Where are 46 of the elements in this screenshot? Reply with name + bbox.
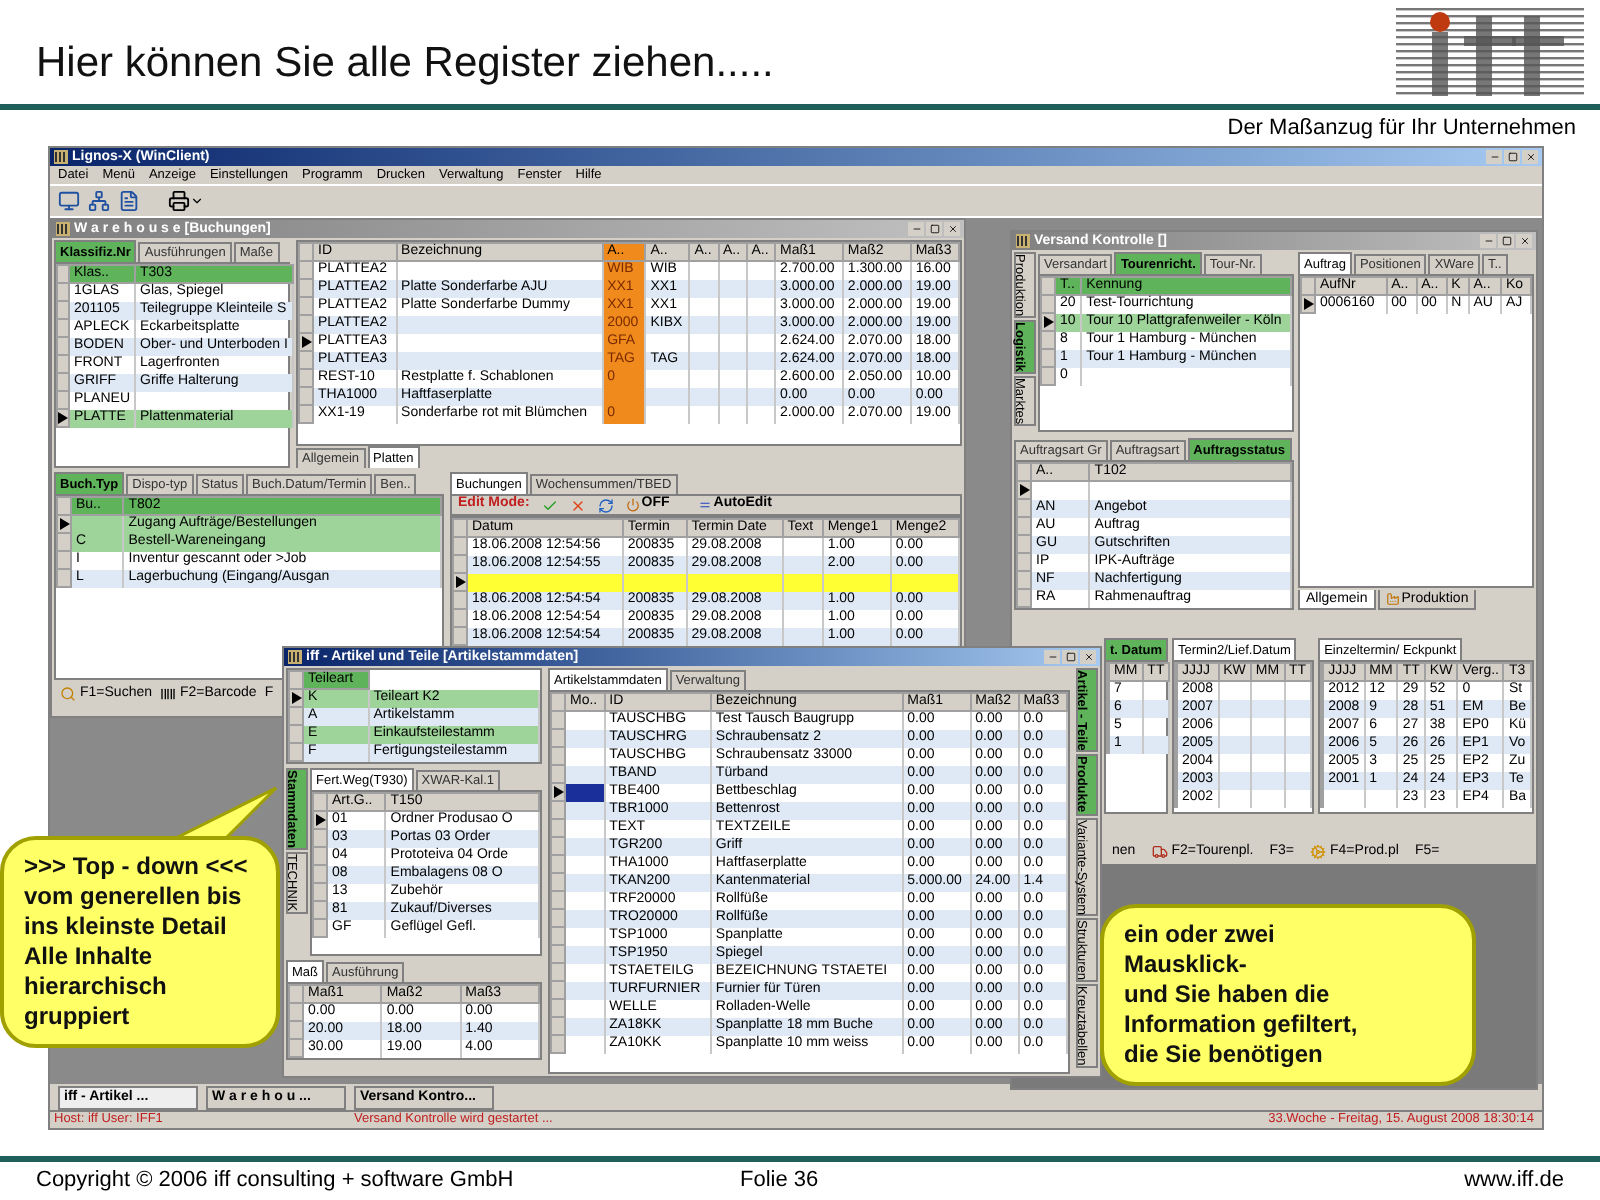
truck-icon bbox=[1151, 844, 1168, 860]
maximize-icon bbox=[1501, 236, 1511, 246]
minimize-button[interactable] bbox=[1044, 650, 1060, 664]
equals-icon bbox=[697, 498, 712, 512]
tagline: Der Maßanzug für Ihr Unternehmen bbox=[1227, 116, 1576, 140]
tree-icon[interactable] bbox=[88, 190, 110, 212]
check-icon[interactable] bbox=[541, 497, 558, 513]
search-icon bbox=[60, 686, 76, 702]
maximize-button[interactable] bbox=[1062, 650, 1078, 664]
minimize-icon bbox=[911, 224, 921, 234]
gear-icon bbox=[1310, 844, 1327, 860]
minimize-icon bbox=[1489, 152, 1499, 162]
document-icon[interactable] bbox=[118, 190, 140, 212]
print-button[interactable] bbox=[168, 190, 204, 212]
maximize-button[interactable] bbox=[926, 222, 942, 236]
website: www.iff.de bbox=[1464, 1168, 1564, 1192]
caret-icon bbox=[190, 194, 204, 208]
maximize-icon bbox=[929, 224, 939, 234]
minimize-button[interactable] bbox=[908, 222, 924, 236]
factory-icon bbox=[1385, 592, 1400, 606]
copyright: Copyright © 2006 iff consulting + software GmbH bbox=[36, 1168, 516, 1192]
minimize-button[interactable] bbox=[1486, 150, 1502, 164]
speech-bubble: ein oder zwei Mausklick- und Sie haben die Information gefiltert, die Sie benötigen bbox=[1100, 904, 1476, 1086]
barcode-icon bbox=[160, 686, 176, 702]
minimize-icon bbox=[1483, 236, 1493, 246]
close-button[interactable] bbox=[944, 222, 960, 236]
app-icon bbox=[288, 650, 302, 664]
minimize-button[interactable] bbox=[1480, 234, 1496, 248]
close-button[interactable] bbox=[1516, 234, 1532, 248]
monitor-icon[interactable] bbox=[58, 190, 80, 212]
refresh-icon[interactable] bbox=[597, 497, 614, 513]
maximize-button[interactable] bbox=[1504, 150, 1520, 164]
maximize-icon bbox=[1507, 152, 1517, 162]
printer-icon bbox=[168, 190, 190, 212]
close-button[interactable] bbox=[1522, 150, 1538, 164]
maximize-button[interactable] bbox=[1498, 234, 1514, 248]
maximize-icon bbox=[1065, 652, 1075, 662]
minimize-icon bbox=[1047, 652, 1057, 662]
power-icon bbox=[625, 498, 640, 512]
close-button[interactable] bbox=[1080, 650, 1096, 664]
slide-title: Hier können Sie alle Register ziehen..... bbox=[36, 40, 774, 90]
app-icon bbox=[56, 222, 70, 236]
slide-number: Folie 36 bbox=[740, 1168, 819, 1192]
cancel-icon[interactable] bbox=[569, 497, 586, 513]
app-icon bbox=[1016, 234, 1030, 248]
app-icon bbox=[54, 150, 68, 164]
